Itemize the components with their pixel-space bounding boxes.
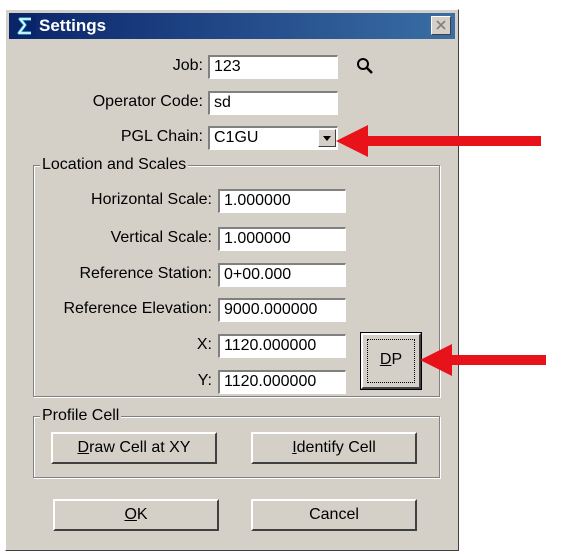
x-input[interactable]: 1120.000000: [218, 334, 346, 358]
title-bar[interactable]: Settings: [9, 13, 455, 39]
settings-dialog: Settings Job: 123 Operator Code: sd PGL …: [5, 9, 459, 551]
window-title: Settings: [39, 16, 107, 35]
focus-rect: [367, 339, 415, 383]
pgl-chain-value: C1GU: [214, 129, 259, 146]
y-label: Y:: [197, 372, 212, 389]
dp-button[interactable]: DP: [361, 333, 421, 389]
draw-cell-button[interactable]: Draw Cell at XY: [51, 432, 217, 464]
reference-elevation-label: Reference Elevation:: [63, 300, 212, 317]
reference-station-label: Reference Station:: [79, 265, 212, 282]
y-input[interactable]: 1120.000000: [218, 370, 346, 394]
app-s-icon: [14, 15, 36, 37]
ok-button[interactable]: OK: [53, 499, 219, 531]
search-icon[interactable]: [355, 56, 375, 76]
vertical-scale-label: Vertical Scale:: [110, 229, 212, 246]
reference-station-input[interactable]: 0+00.000: [218, 263, 346, 287]
draw-cell-label: raw Cell at XY: [89, 439, 191, 456]
operator-code-input[interactable]: sd: [208, 91, 338, 115]
location-scales-title: Location and Scales: [40, 156, 189, 174]
ok-label: K: [136, 506, 148, 523]
chevron-down-icon: [323, 136, 331, 141]
profile-cell-title: Profile Cell: [40, 407, 122, 425]
job-label: Job:: [172, 57, 203, 74]
dropdown-button[interactable]: [318, 129, 336, 147]
close-button[interactable]: [431, 16, 451, 35]
identify-cell-button[interactable]: Identify Cell: [251, 432, 417, 464]
identify-cell-label: dentify Cell: [296, 439, 376, 456]
vertical-scale-input[interactable]: 1.000000: [218, 227, 346, 251]
operator-code-label: Operator Code:: [92, 93, 203, 110]
cancel-label: Cancel: [309, 506, 359, 523]
x-label: X:: [196, 336, 212, 353]
ok-mnemonic: O: [124, 506, 137, 523]
draw-cell-mnemonic: D: [77, 439, 90, 456]
horizontal-scale-input[interactable]: 1.000000: [218, 189, 346, 213]
reference-elevation-input[interactable]: 9000.000000: [218, 298, 346, 322]
job-input[interactable]: 123: [208, 55, 338, 79]
close-icon: [436, 20, 446, 30]
pgl-chain-label: PGL Chain:: [120, 128, 203, 145]
horizontal-scale-label: Horizontal Scale:: [91, 191, 212, 208]
dp-button-frame[interactable]: DP: [360, 332, 422, 390]
cancel-button[interactable]: Cancel: [251, 499, 417, 531]
annotation-arrow-pgl: [336, 125, 541, 157]
pgl-chain-select[interactable]: C1GU: [208, 126, 338, 150]
annotation-arrow-dp: [420, 344, 546, 376]
